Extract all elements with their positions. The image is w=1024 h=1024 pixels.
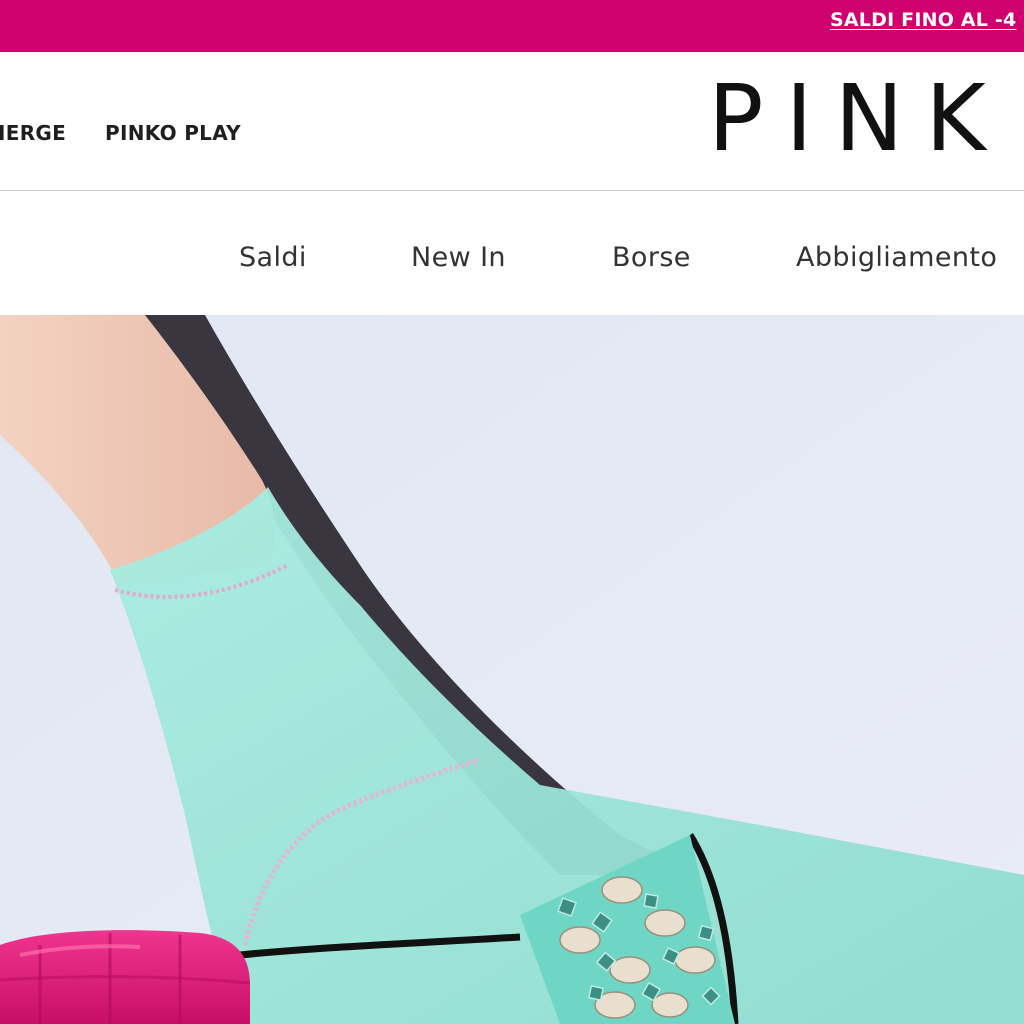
brand-logo[interactable]: PINK (708, 69, 1008, 169)
nav-item-abbigliamento[interactable]: Abbigliamento (796, 242, 997, 273)
hero-banner[interactable] (0, 315, 1024, 1024)
nav-item-borse[interactable]: Borse (612, 242, 691, 273)
main-nav: Saldi New In Borse Abbigliamento (0, 191, 1024, 315)
promo-link[interactable]: SALDI FINO AL -4 (830, 9, 1016, 31)
hero-campaign-image (0, 315, 1024, 1024)
nav-item-saldi[interactable]: Saldi (239, 242, 307, 273)
concierge-link[interactable]: IERGE (0, 121, 66, 145)
site-header: IERGE PINKO PLAY PINK (0, 52, 1024, 191)
nav-item-new-in[interactable]: New In (411, 242, 506, 273)
promo-bar: SALDI FINO AL -4 (0, 0, 1024, 52)
pinko-play-link[interactable]: PINKO PLAY (105, 121, 241, 145)
